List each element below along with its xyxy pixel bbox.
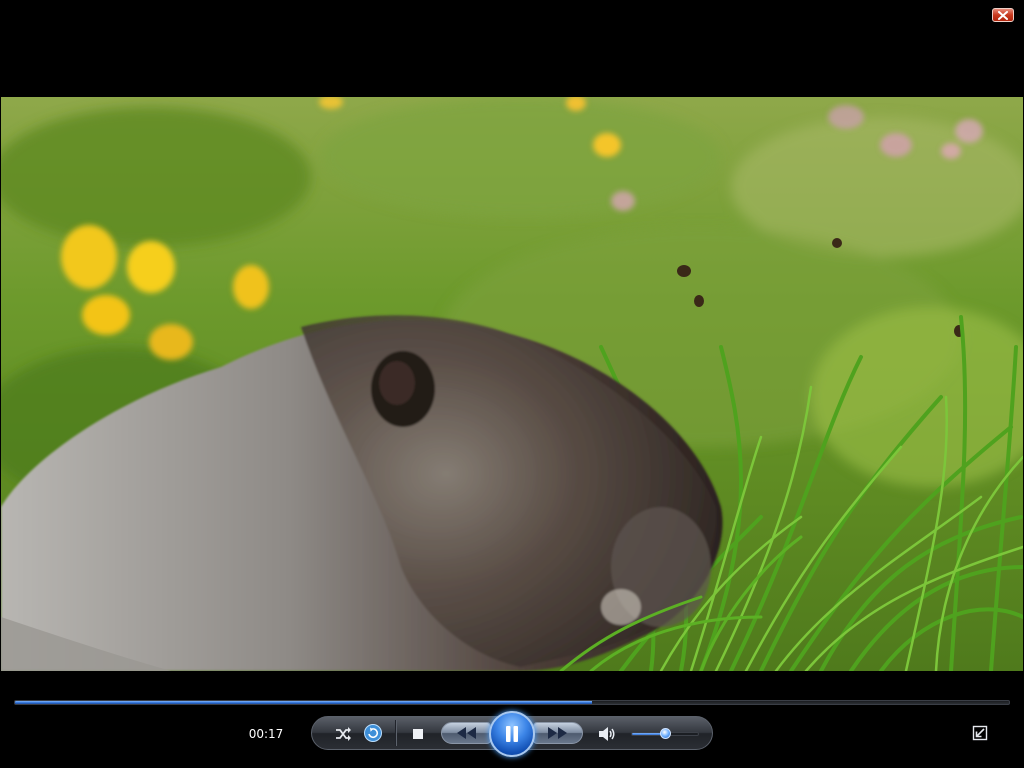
mute-button[interactable] [597,724,617,744]
shuffle-icon [336,727,351,741]
stop-icon [413,729,423,739]
repeat-icon [364,724,382,742]
play-pause-button[interactable] [489,711,535,757]
fast-forward-icon [548,727,567,739]
speaker-icon [599,727,615,741]
video-frame-image [1,97,1023,671]
previous-button[interactable] [441,722,491,744]
seek-bar[interactable] [14,700,1010,705]
exit-fullscreen-icon [972,725,988,741]
next-button[interactable] [533,722,583,744]
video-display[interactable] [1,97,1023,671]
elapsed-time: 00:17 [248,727,284,741]
exit-fullscreen-button[interactable] [971,724,989,742]
seek-progress [15,701,592,704]
close-icon [998,10,1008,20]
stop-button[interactable] [410,726,426,742]
repeat-button[interactable] [363,723,383,743]
close-button[interactable] [992,8,1014,22]
pause-icon [506,726,518,742]
controls-separator [395,720,396,746]
media-player-fullscreen: 00:17 [0,0,1024,768]
shuffle-button[interactable] [333,724,353,744]
rewind-icon [457,727,476,739]
volume-slider-thumb[interactable] [659,728,671,739]
